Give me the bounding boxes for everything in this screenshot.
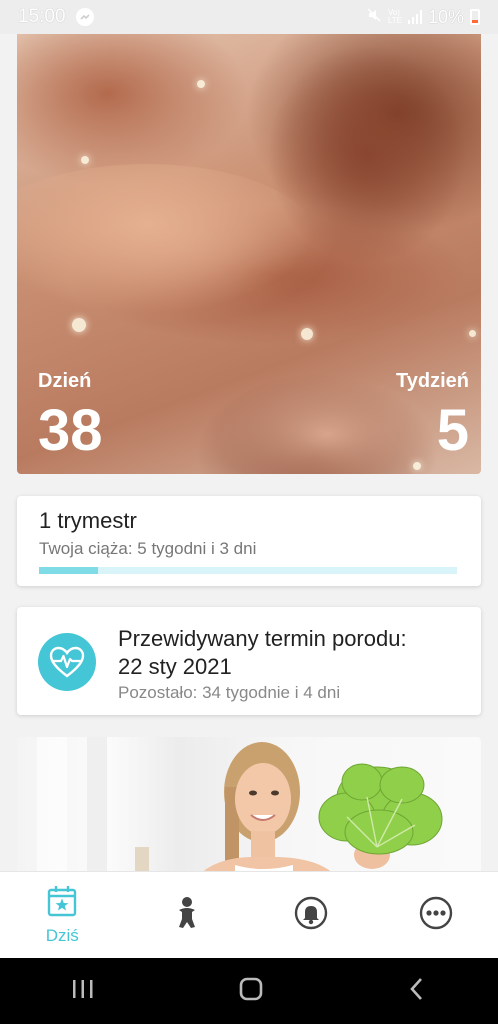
- trimester-title: 1 trymestr: [39, 508, 137, 533]
- light-speck: [197, 80, 205, 88]
- trimester-progress-bar: [39, 567, 457, 574]
- network-label: Vo) LTE: [387, 8, 402, 25]
- battery-icon: [470, 9, 480, 25]
- light-speck: [301, 328, 313, 340]
- due-date-value: 22 sty 2021: [118, 654, 232, 679]
- week-label: Tydzień: [396, 370, 469, 392]
- messenger-icon: [75, 8, 94, 26]
- due-date-card[interactable]: Przewidywany termin porodu: 22 sty 2021 …: [17, 607, 481, 715]
- light-speck: [413, 462, 421, 470]
- due-date-heading: Przewidywany termin porodu:: [118, 626, 407, 651]
- more-icon: [419, 896, 453, 935]
- nav-notifications[interactable]: [249, 872, 374, 958]
- day-value: 38: [38, 398, 103, 463]
- system-navigation-bar: [0, 958, 498, 1024]
- mute-icon: [366, 7, 382, 28]
- signal-icon: [407, 10, 422, 24]
- calendar-star-icon: [47, 885, 77, 922]
- remaining-time: Pozostało: 34 tygodnie i 4 dni: [118, 683, 341, 702]
- article-card[interactable]: [17, 737, 481, 877]
- battery-percent: 10%: [427, 6, 464, 27]
- hero-shape: [267, 44, 467, 264]
- trimester-progress-fill: [39, 567, 98, 574]
- nav-today[interactable]: Dziś: [0, 872, 125, 958]
- fetus-hero-image[interactable]: Dzień 38 Tydzień 5: [17, 34, 481, 474]
- nav-today-label: Dziś: [45, 925, 79, 945]
- status-bar: 15:00 Vo) LTE 10%: [0, 0, 498, 34]
- trimester-card[interactable]: 1 trymestr Twoja ciąża: 5 tygodni i 3 dn…: [17, 496, 481, 586]
- due-date-title: Przewidywany termin porodu: 22 sty 2021: [118, 625, 468, 681]
- bottom-navigation: Dziś: [0, 871, 498, 958]
- baby-icon: [174, 896, 200, 935]
- week-value: 5: [436, 398, 469, 463]
- status-time: 15:00: [18, 6, 66, 27]
- woman-with-lettuce-image: [37, 737, 443, 877]
- pregnancy-duration: Twoja ciąża: 5 tygodni i 3 dni: [39, 539, 257, 558]
- back-button[interactable]: [407, 977, 427, 1006]
- recent-apps-button[interactable]: [71, 978, 95, 1005]
- home-button[interactable]: [238, 976, 264, 1007]
- nav-more[interactable]: [374, 872, 498, 958]
- heart-pulse-icon: [38, 633, 96, 691]
- day-label: Dzień: [38, 370, 92, 392]
- light-speck: [81, 156, 89, 164]
- light-speck: [469, 330, 476, 337]
- nav-baby[interactable]: [125, 872, 250, 958]
- bell-icon: [294, 896, 328, 935]
- light-speck: [72, 318, 86, 332]
